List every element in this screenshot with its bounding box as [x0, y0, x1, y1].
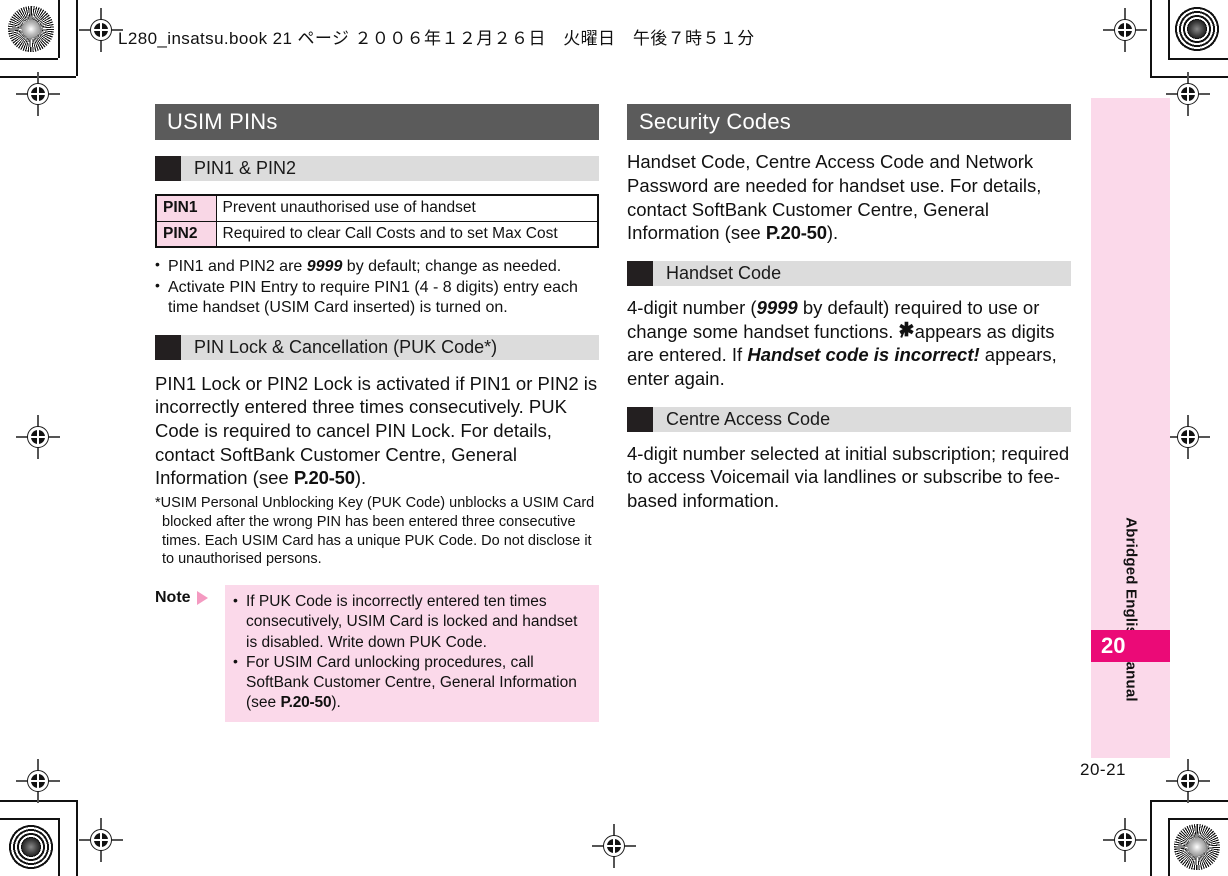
subsection-label: Centre Access Code — [666, 408, 831, 429]
note-content-box: If PUK Code is incorrectly entered ten t… — [225, 585, 599, 723]
subsection-pin-lock: PIN Lock & Cancellation (PUK Code*) — [155, 334, 599, 360]
centre-access-code-paragraph: 4-digit number selected at initial subsc… — [627, 442, 1070, 512]
subsection-label: PIN Lock & Cancellation (PUK Code*) — [194, 336, 498, 357]
pin-key: PIN1 — [155, 194, 217, 222]
square-bullet-icon — [627, 260, 653, 286]
list-item: For USIM Card unlocking procedures, call… — [233, 652, 591, 713]
pin-desc: Prevent unauthorised use of handset — [215, 194, 599, 222]
table-row: PIN1 Prevent unauthorised use of handset — [155, 194, 599, 222]
side-tab-manual-label: Abridged English Manual — [1122, 517, 1139, 702]
triangle-right-icon — [196, 591, 208, 606]
page-reference: P.20-50 — [765, 222, 827, 244]
handset-code-paragraph: 4-digit number (9999 by default) require… — [627, 296, 1071, 391]
error-message-emphasis: Handset code is incorrect! — [747, 344, 980, 366]
page-folio: 20-21 — [1080, 760, 1126, 779]
note-block: Note If PUK Code is incorrectly entered … — [155, 585, 599, 723]
masked-digit-star-icon: ✱ — [899, 321, 915, 340]
bullet-emphasis: 9999 — [306, 258, 343, 276]
manual-page: USIM PINs PIN1 & PIN2 PIN1 Prevent unaut… — [0, 0, 1228, 876]
list-item: Activate PIN Entry to require PIN1 (4 - … — [155, 277, 599, 318]
side-tab: Abridged English Manual 20 — [1091, 98, 1170, 758]
list-item: If PUK Code is incorrectly entered ten t… — [233, 591, 591, 652]
note-label-text: Note — [155, 589, 191, 607]
pin-bullet-list: PIN1 and PIN2 are 9999 by default; chang… — [155, 256, 599, 318]
left-column: USIM PINs PIN1 & PIN2 PIN1 Prevent unaut… — [155, 104, 599, 723]
pin-lock-paragraph: PIN1 Lock or PIN2 Lock is activated if P… — [155, 372, 599, 490]
bullet-text-post: by default; change as needed. — [342, 258, 562, 276]
right-column: Security Codes Handset Code, Centre Acce… — [627, 104, 1071, 513]
square-bullet-icon — [155, 334, 181, 360]
paragraph-text: PIN1 Lock or PIN2 Lock is activated if P… — [155, 372, 598, 489]
subsection-pin1-pin2: PIN1 & PIN2 — [155, 156, 599, 182]
default-value-emphasis: 9999 — [756, 296, 798, 318]
page-reference: P.20-50 — [280, 693, 332, 711]
pin-desc: Required to clear Call Costs and to set … — [215, 220, 599, 248]
subsection-centre-access-code: Centre Access Code — [627, 406, 1071, 432]
section-title-usim-pins: USIM PINs — [155, 104, 599, 141]
pin-definition-table: PIN1 Prevent unauthorised use of handset… — [155, 194, 599, 249]
bullet-text-pre: PIN1 and PIN2 are — [168, 258, 307, 276]
security-codes-intro: Handset Code, Centre Access Code and Net… — [627, 150, 1071, 245]
note-list: If PUK Code is incorrectly entered ten t… — [233, 591, 591, 713]
subsection-label: PIN1 & PIN2 — [194, 158, 297, 179]
paragraph-text-post: ). — [354, 467, 367, 489]
square-bullet-icon — [155, 156, 181, 182]
puk-code-footnote: *USIM Personal Unblocking Key (PUK Code)… — [155, 494, 595, 568]
section-title-security-codes: Security Codes — [627, 104, 1071, 141]
star-glyph-char: ✱ — [898, 319, 915, 341]
page-reference: P.20-50 — [293, 467, 355, 489]
note-text-post: ). — [331, 693, 341, 711]
side-tab-chapter-number: 20 — [1091, 630, 1170, 662]
subsection-label: Handset Code — [666, 262, 782, 283]
paragraph-text-post: ). — [826, 222, 839, 244]
subsection-handset-code: Handset Code — [627, 260, 1071, 286]
pin-key: PIN2 — [155, 220, 217, 248]
square-bullet-icon — [627, 406, 653, 432]
table-row: PIN2 Required to clear Call Costs and to… — [155, 220, 599, 248]
list-item: PIN1 and PIN2 are 9999 by default; chang… — [155, 256, 599, 277]
note-label-group: Note — [155, 585, 225, 607]
paragraph-text: 4-digit number ( — [627, 296, 757, 318]
